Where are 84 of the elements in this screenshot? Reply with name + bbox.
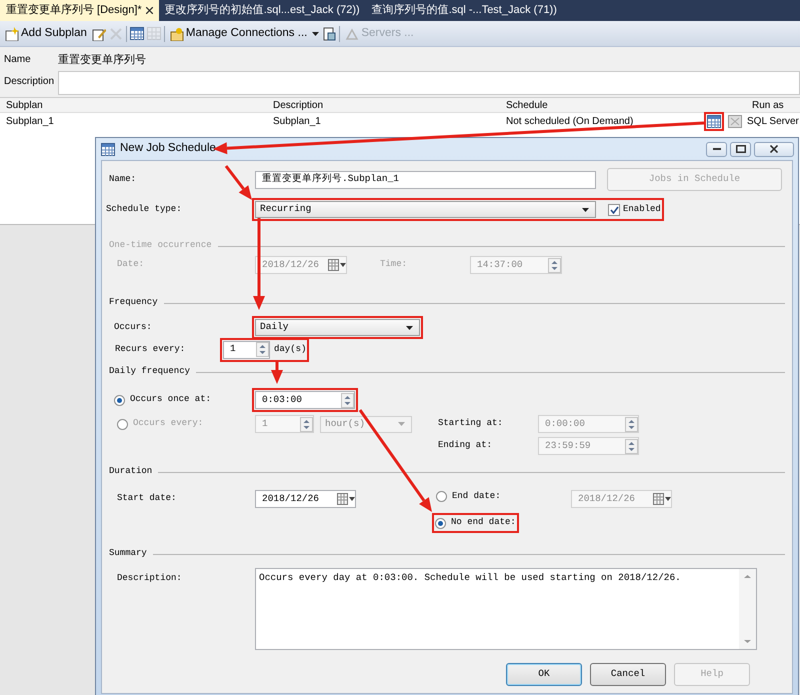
cancel-button[interactable]: Cancel — [590, 663, 666, 686]
field-label: Ending at: — [438, 439, 494, 452]
section-title: Duration — [109, 465, 152, 478]
remove-schedule-icon[interactable] — [728, 114, 742, 128]
field-label: Time: — [380, 258, 408, 272]
dropdown[interactable]: Daily — [255, 319, 420, 336]
toolbar-icon — [170, 26, 184, 40]
dialog-title: New Job Schedule — [120, 141, 216, 156]
radio-button[interactable] — [435, 518, 446, 528]
field-label: Name — [3, 53, 32, 67]
section-title: Daily frequency — [109, 365, 190, 378]
close-icon[interactable] — [146, 7, 153, 14]
manage-connections-button[interactable]: Manage Connections ... — [168, 24, 310, 44]
calendar-dropdown-icon[interactable] — [337, 493, 355, 505]
close-button[interactable] — [754, 142, 794, 156]
calendar-icon — [101, 142, 115, 156]
field-label: Recurs every: — [114, 342, 186, 356]
section-title: One-time occurrence — [109, 239, 212, 252]
field-label: Schedule type: — [106, 202, 183, 216]
section-title: Frequency — [109, 296, 158, 310]
option-label: End date: — [452, 490, 501, 504]
caret-icon — [406, 326, 413, 330]
number-field[interactable]: 1 — [223, 340, 270, 358]
radio-button[interactable] — [436, 491, 447, 502]
maximize-button[interactable] — [730, 142, 751, 156]
column-header: Subplan — [5, 98, 44, 112]
calendar-dropdown-icon[interactable] — [653, 493, 671, 505]
caret-icon — [582, 208, 589, 212]
toolbar-icon — [5, 26, 19, 40]
dropdown[interactable]: Recurring — [255, 201, 596, 218]
radio-button[interactable] — [117, 418, 128, 430]
option-label: Occurs every: — [133, 417, 204, 430]
time-field[interactable]: 0:03:00 — [255, 391, 355, 409]
document-tab[interactable]: 查询序列号的值.sql -...Test_Jack (71)) — [366, 0, 563, 21]
option-label: Occurs once at: — [130, 393, 212, 406]
description-field[interactable] — [58, 71, 800, 95]
check-icon — [610, 206, 618, 214]
add-subplan-button[interactable]: Add Subplan — [3, 24, 89, 44]
table-cell-text: Subplan_1 — [5, 114, 55, 128]
field-label: Name: — [109, 172, 138, 186]
calendar-dropdown-icon[interactable] — [328, 259, 346, 271]
checkbox[interactable] — [608, 204, 620, 216]
field-label: Description: — [116, 572, 183, 585]
name-field[interactable]: 重置变更单序列号.Subplan_1 — [255, 170, 596, 188]
spin-buttons[interactable] — [625, 438, 638, 454]
ok-button[interactable]: OK — [506, 663, 582, 686]
unit-label: day(s) — [274, 342, 306, 356]
summary-text-area[interactable]: Occurs every day at 0:03:00. Schedule will be used starting on 2018/12/26. — [255, 568, 757, 650]
section-title: Summary — [109, 547, 147, 560]
table-cell-text: Subplan_1 — [272, 114, 322, 128]
plan-name: 重置变更单序列号 — [58, 52, 146, 68]
edit-icon[interactable] — [92, 26, 106, 40]
document-icon[interactable] — [322, 26, 336, 40]
field-label: Description — [3, 75, 56, 89]
option-label: No end date: — [451, 516, 516, 530]
checkbox-label: Enabled — [623, 202, 661, 216]
column-header: Run as — [751, 98, 785, 112]
radio-button[interactable] — [114, 394, 125, 406]
dropdown-caret-icon[interactable] — [312, 32, 320, 36]
schedule-button-icon[interactable] — [707, 114, 721, 128]
scrollbar-drawing[interactable] — [739, 569, 756, 649]
column-header: Schedule — [505, 98, 549, 112]
toolbar-icon — [345, 26, 360, 40]
table-cell-text: SQL Server — [746, 114, 800, 128]
date-field[interactable]: 2018/12/26 — [255, 490, 356, 508]
field-label: Occurs: — [113, 320, 153, 334]
close-icon — [770, 145, 778, 153]
table-cell-text: Not scheduled (On Demand) — [506, 114, 634, 128]
minimize-button[interactable] — [706, 142, 727, 156]
column-header: Description — [272, 98, 324, 112]
document-tab[interactable]: 更改序列号的初始值.sql...est_Jack (72)) — [158, 0, 366, 21]
field-label: Date: — [116, 258, 146, 272]
spin-buttons[interactable] — [548, 258, 561, 272]
field-label: Start date: — [116, 492, 178, 506]
minimize-icon — [712, 148, 720, 150]
spin-buttons[interactable] — [300, 416, 313, 432]
grid-icon[interactable] — [130, 26, 144, 40]
field-label: Starting at: — [438, 417, 504, 430]
spin-buttons[interactable] — [256, 342, 269, 357]
maximize-icon — [736, 145, 746, 153]
spin-buttons[interactable] — [625, 416, 638, 432]
spin-buttons[interactable] — [341, 392, 354, 408]
caret-icon — [398, 422, 405, 426]
document-tab[interactable]: 重置变更单序列号 [Design]* — [0, 0, 159, 21]
